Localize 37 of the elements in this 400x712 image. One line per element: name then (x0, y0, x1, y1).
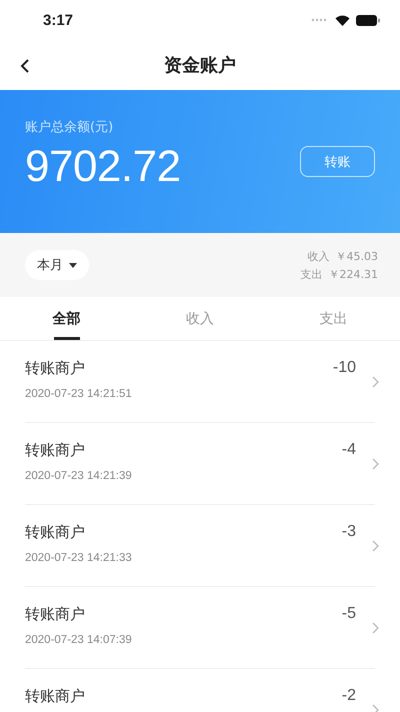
transfer-button[interactable]: 转账 (300, 146, 375, 177)
transaction-time: 2020-07-23 14:07:39 (25, 634, 133, 646)
transaction-time: 2020-07-23 14:21:39 (25, 470, 133, 482)
tab[interactable]: 收入 (133, 297, 267, 340)
period-dropdown[interactable]: 本月 (25, 250, 89, 280)
signal-icon (311, 18, 329, 22)
balance-label: 账户总余额(元) (25, 119, 114, 136)
transaction-amount: -3 (342, 522, 356, 541)
transaction-amount: -5 (342, 604, 356, 623)
expense-label: 支出 (300, 266, 322, 282)
transaction-time: 2020-07-23 14:21:33 (25, 552, 133, 564)
transaction-amount: -10 (332, 358, 356, 377)
income-value: ￥45.03 (336, 248, 378, 264)
chevron-right-icon (371, 376, 379, 388)
caret-icon (69, 262, 77, 268)
battery-icon (356, 14, 380, 26)
transaction-title: 转账商户 (25, 687, 86, 706)
balance-amount: 9702.72 (25, 142, 181, 192)
chevron-right-icon (371, 540, 379, 552)
transaction-amount: -2 (342, 686, 356, 705)
transaction-title: 转账商户 (25, 605, 86, 624)
transaction-title: 转账商户 (25, 359, 86, 378)
chevron-right-icon (371, 622, 379, 634)
transaction-amount: -4 (342, 440, 356, 459)
chevron-right-icon (371, 458, 379, 470)
back-icon[interactable] (20, 59, 29, 73)
income-label: 收入 (308, 248, 330, 264)
chevron-right-icon (371, 704, 379, 712)
page-title: 资金账户 (164, 54, 236, 77)
tab[interactable]: 支出 (266, 297, 400, 340)
expense-value: ￥224.31 (328, 266, 378, 282)
transaction-title: 转账商户 (25, 523, 86, 542)
tab[interactable]: 全部 (0, 297, 134, 340)
wifi-icon (335, 14, 350, 26)
status-time: 3:17 (43, 12, 74, 28)
transaction-time: 2020-07-23 14:21:51 (25, 388, 133, 400)
transaction-title: 转账商户 (25, 441, 86, 460)
